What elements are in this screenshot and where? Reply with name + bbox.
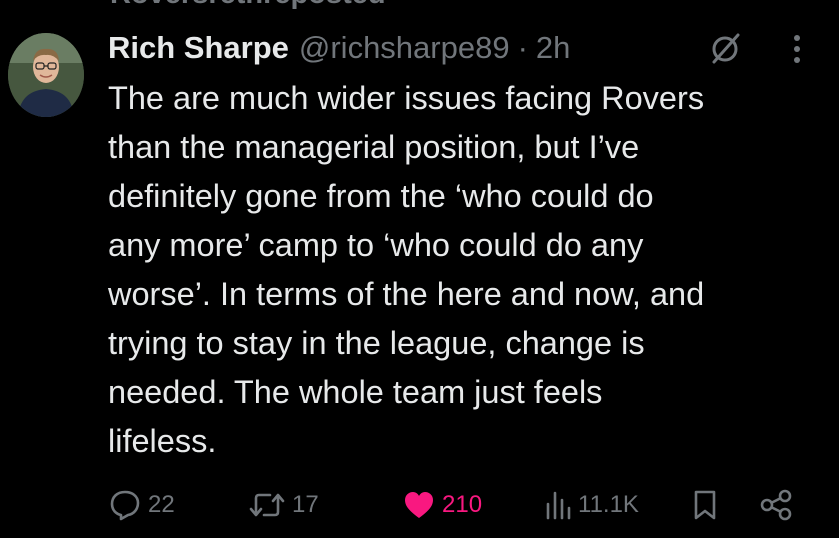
views-count: 11.1K	[578, 491, 639, 518]
bookmark-button[interactable]	[690, 484, 720, 526]
grok-icon[interactable]	[708, 30, 744, 66]
share-icon	[760, 489, 792, 521]
reply-button[interactable]: 22	[108, 484, 175, 526]
author-name[interactable]: Rich Sharpe	[108, 30, 289, 66]
reply-count: 22	[148, 491, 175, 518]
avatar[interactable]	[8, 33, 84, 117]
like-count: 210	[442, 491, 483, 518]
like-button[interactable]: 210	[402, 484, 482, 526]
tweet-actions: 22 17 210 11.1K	[108, 484, 828, 526]
views-icon	[546, 491, 571, 520]
reply-icon	[110, 490, 140, 521]
repost-banner[interactable]: Roversrethreposted	[110, 0, 386, 11]
repost-count: 17	[292, 491, 319, 518]
avatar-photo	[8, 33, 84, 117]
retweet-icon	[249, 493, 285, 517]
views-button[interactable]: 11.1K	[544, 484, 639, 526]
tweet-header: Rich Sharpe @richsharpe89 · 2h	[108, 26, 828, 70]
heart-icon	[405, 492, 433, 518]
tweet-text: The are much wider issues facing Rovers …	[108, 80, 705, 459]
separator-dot: ·	[517, 30, 528, 65]
tweet-time[interactable]: 2h	[536, 30, 570, 66]
more-icon[interactable]	[792, 32, 802, 66]
share-button[interactable]	[758, 484, 794, 526]
author-handle[interactable]: @richsharpe89	[299, 30, 510, 66]
repost-button[interactable]: 17	[248, 484, 319, 526]
bookmark-icon	[694, 490, 716, 520]
